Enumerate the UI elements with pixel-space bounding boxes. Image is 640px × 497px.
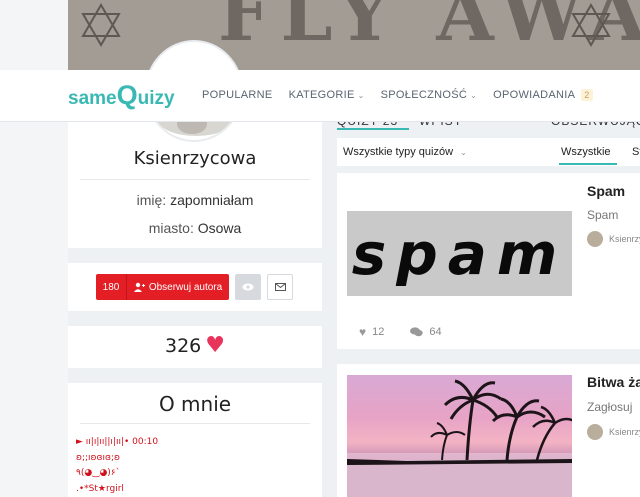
- quiz-card[interactable]: spam Spam Spam Ksienrzy ♥ 12 64: [337, 173, 640, 349]
- about-card: O mnie ► ıı|ı|ıı||ı|ıı|• 00:10 ʚ;;ıʚɞıɞ;…: [68, 383, 322, 497]
- quiz-author[interactable]: Ksienrzy: [587, 231, 640, 247]
- likes-row: 326 ♥: [68, 333, 322, 358]
- quiz-thumbnail[interactable]: spam: [347, 211, 572, 296]
- quiz-title[interactable]: Spam: [587, 183, 625, 199]
- heart-icon: ♥: [359, 325, 367, 339]
- main-nav: POPULARNE KATEGORIE ⌄ SPOŁECZNOŚĆ ⌄ OPOW…: [202, 89, 593, 101]
- message-button[interactable]: [267, 274, 293, 300]
- chevron-down-icon: ⌄: [470, 90, 478, 100]
- chevron-down-icon: ⌄: [460, 148, 467, 157]
- nav-label: OPOWIADANIA: [493, 89, 576, 101]
- divider: [80, 423, 310, 424]
- about-line: ʚ;;ıʚɞıɞ;ʚ: [76, 453, 120, 463]
- likes-value: 12: [372, 326, 385, 338]
- comments-icon: [410, 327, 424, 337]
- likes-card: 326 ♥: [68, 326, 322, 368]
- nav-kategorie[interactable]: KATEGORIE ⌄: [289, 89, 365, 101]
- author-name: Ksienrzy: [609, 234, 640, 244]
- avatar: [587, 231, 603, 247]
- quiz-stats: ♥ 12 64: [359, 325, 442, 339]
- quiz-type-dropdown[interactable]: Wszystkie typy quizów ⌄: [343, 146, 467, 158]
- nav-label: SPOŁECZNOŚĆ: [380, 89, 468, 101]
- heart-icon: ♥: [205, 333, 225, 358]
- envelope-icon: [274, 283, 286, 291]
- watch-button[interactable]: [235, 274, 261, 300]
- palm-trees-image: [347, 379, 572, 497]
- quiz-author[interactable]: Ksienrzy: [587, 424, 640, 440]
- about-line: .•*St★rgirl: [76, 484, 124, 494]
- name-value: zapomniałam: [170, 192, 254, 208]
- avatar: [587, 424, 603, 440]
- quiz-card[interactable]: Bitwa ża Zagłosuj Ksienrzy: [337, 364, 640, 497]
- profile-username: Ksienrzycowa: [133, 148, 257, 169]
- filter-tab-all[interactable]: Wszystkie: [561, 146, 611, 158]
- nav-label: POPULARNE: [202, 89, 273, 101]
- notification-badge: 2: [581, 89, 593, 101]
- author-name: Ksienrzy: [609, 427, 640, 437]
- active-filter-indicator: [559, 163, 617, 165]
- quiz-description: Spam: [587, 208, 619, 222]
- samequizy-logo[interactable]: sameQuizy: [68, 80, 175, 111]
- quiz-description: Zagłosuj: [587, 400, 633, 414]
- nav-popularne[interactable]: POPULARNE: [202, 89, 273, 101]
- city-value: Osowa: [197, 220, 242, 236]
- top-navbar: sameQuizy POPULARNE KATEGORIE ⌄ SPOŁECZN…: [0, 70, 640, 122]
- comments-stat: 64: [410, 325, 442, 339]
- city-label: miasto:: [148, 220, 194, 236]
- likes-stat: ♥ 12: [359, 325, 384, 339]
- nav-label: KATEGORIE: [288, 89, 355, 101]
- about-title: O mnie: [158, 392, 232, 416]
- star-of-david-icon: [81, 3, 121, 47]
- logo-part-uizy: uizy: [137, 88, 175, 109]
- nav-spolecznosc[interactable]: SPOŁECZNOŚĆ ⌄: [381, 89, 477, 101]
- follow-author-button[interactable]: Obserwuj autora: [127, 274, 229, 300]
- logo-part-same: same: [68, 88, 117, 109]
- follow-author-label: Obserwuj autora: [148, 281, 223, 293]
- divider: [80, 179, 310, 180]
- thumbnail-text: spam: [351, 219, 568, 288]
- about-line: ٩(◕‿◕)۶`: [76, 468, 121, 478]
- name-label: imię:: [136, 192, 167, 208]
- likes-count: 326: [165, 335, 202, 357]
- nav-opowiadania[interactable]: OPOWIADANIA 2: [493, 89, 593, 101]
- star-of-david-icon: [571, 3, 611, 47]
- dropdown-label: Wszystkie typy quizów: [343, 146, 454, 158]
- chevron-down-icon: ⌄: [357, 90, 365, 100]
- profile-city-row: miasto: Osowa: [68, 220, 322, 236]
- quiz-filter-bar: Wszystkie typy quizów ⌄ Wszystkie St: [337, 138, 640, 166]
- quiz-title[interactable]: Bitwa ża: [587, 374, 640, 390]
- profile-name-row: imię: zapomniałam: [68, 192, 322, 208]
- logo-part-q: Q: [116, 80, 138, 110]
- add-user-icon: [133, 282, 145, 292]
- quiz-thumbnail[interactable]: [347, 375, 572, 497]
- comments-value: 64: [429, 326, 442, 338]
- profile-actions-card: 180 Obserwuj autora: [68, 263, 322, 311]
- eye-icon: [242, 283, 254, 291]
- filter-tab-other[interactable]: St: [632, 146, 640, 158]
- active-tab-indicator: [337, 128, 409, 130]
- about-line: ► ıı|ı|ıı||ı|ıı|• 00:10: [76, 437, 159, 447]
- follower-count[interactable]: 180: [96, 274, 127, 300]
